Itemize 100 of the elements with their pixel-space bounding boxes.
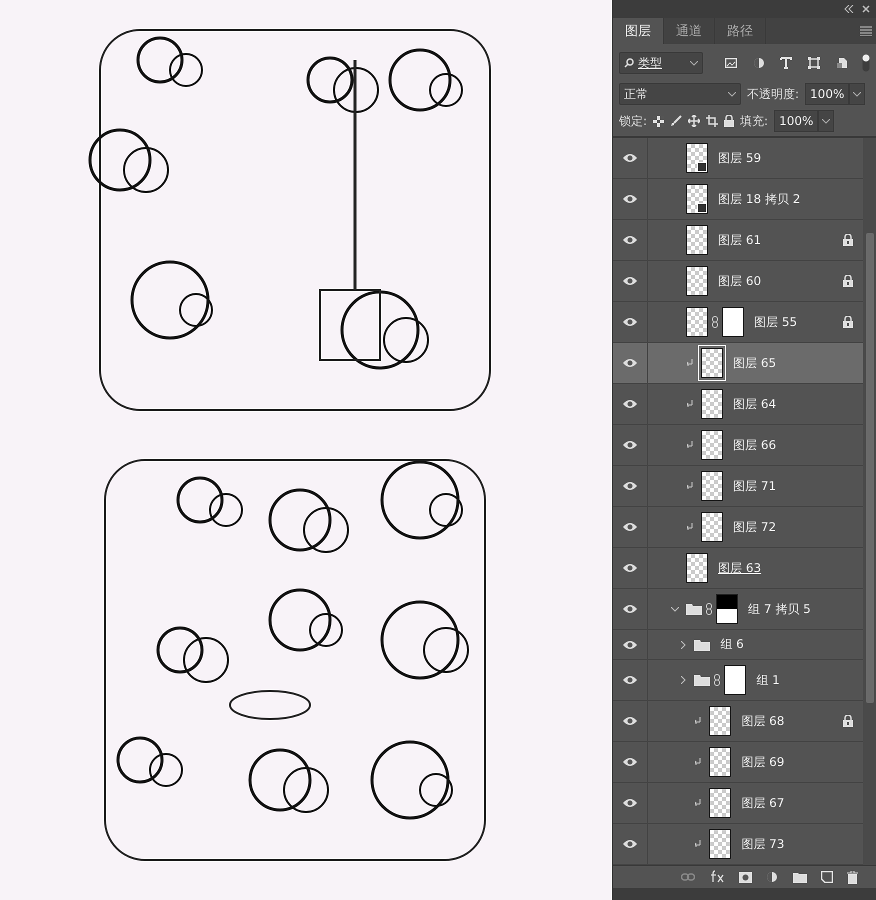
chevron-right-icon[interactable]	[680, 640, 686, 648]
image-filter-icon[interactable]	[724, 58, 737, 68]
fill-field[interactable]: 100%	[774, 110, 818, 132]
panel-tab[interactable]: 图层	[613, 18, 664, 44]
layer-name[interactable]: 组 6	[720, 636, 839, 653]
eye-icon[interactable]	[623, 522, 637, 532]
eye-icon[interactable]	[623, 604, 637, 614]
layer-name[interactable]: 图层 71	[733, 478, 839, 494]
layer-thumbnail	[701, 348, 723, 378]
new-layer-icon[interactable]	[821, 871, 833, 883]
eye-icon[interactable]	[623, 839, 637, 849]
layer-row[interactable]: 图层 60	[613, 261, 863, 302]
eye-icon[interactable]	[623, 798, 637, 808]
layer-row[interactable]: 图层 69	[613, 742, 863, 783]
eye-icon[interactable]	[623, 481, 637, 491]
adjustment-layer-icon[interactable]	[766, 870, 779, 884]
layer-name[interactable]: 图层 61	[718, 232, 839, 248]
toggle-icon[interactable]	[862, 54, 870, 72]
smart-object-filter-icon[interactable]	[836, 57, 848, 69]
layer-row[interactable]: 组 1	[613, 660, 863, 701]
crop-frame-icon[interactable]	[706, 115, 718, 127]
opacity-label: 不透明度:	[747, 86, 800, 102]
layer-thumbnail	[701, 512, 723, 542]
layer-name[interactable]: 图层 55	[754, 314, 839, 330]
layer-name[interactable]: 图层 59	[718, 150, 839, 166]
mask-icon[interactable]	[739, 872, 752, 882]
folder-icon[interactable]	[793, 872, 807, 882]
layer-row[interactable]: 图层 67	[613, 783, 863, 824]
layer-row[interactable]: 图层 68	[613, 701, 863, 742]
layer-name[interactable]: 图层 69	[741, 754, 839, 770]
layer-thumbnail	[709, 829, 732, 859]
eye-icon[interactable]	[623, 317, 637, 327]
brush-icon[interactable]	[670, 115, 682, 127]
layer-row[interactable]: 图层 73	[613, 824, 863, 865]
layer-name[interactable]: 图层 18 拷贝 2	[718, 190, 839, 208]
layer-row[interactable]: 图层 61	[613, 220, 863, 261]
fill-dropdown-button[interactable]	[818, 110, 834, 132]
type-filter-icon[interactable]	[780, 57, 792, 69]
layer-thumbnail	[686, 553, 708, 583]
caret-icon	[690, 60, 698, 66]
layer-row[interactable]: 图层 64	[613, 384, 863, 425]
layer-name[interactable]: 图层 60	[718, 272, 839, 290]
layer-thumbnail	[686, 266, 708, 296]
eye-icon[interactable]	[623, 235, 637, 245]
shape-filter-icon[interactable]	[808, 57, 820, 69]
eye-icon[interactable]	[623, 276, 637, 286]
trash-icon[interactable]	[847, 870, 858, 884]
eye-icon[interactable]	[623, 399, 637, 409]
layer-row[interactable]: 组 6	[613, 630, 863, 660]
layer-row[interactable]: 图层 59	[613, 138, 863, 179]
eye-icon[interactable]	[623, 194, 637, 204]
opacity-dropdown-button[interactable]	[849, 83, 866, 105]
blend-mode-dropdown[interactable]: 正常	[619, 83, 741, 105]
layer-row[interactable]: 图层 66	[613, 425, 863, 466]
lock-label: 锁定:	[619, 112, 648, 130]
eye-icon[interactable]	[623, 675, 637, 685]
caret-icon	[728, 92, 736, 96]
layer-thumbnail	[701, 430, 723, 460]
menu-icon[interactable]	[860, 26, 872, 36]
close-icon[interactable]	[862, 5, 870, 13]
move-icon[interactable]	[688, 115, 700, 127]
layer-row[interactable]: 图层 65	[613, 343, 863, 384]
eye-icon[interactable]	[623, 358, 637, 368]
layer-row[interactable]: 图层 72	[613, 507, 863, 548]
chevron-right-icon[interactable]	[680, 676, 686, 684]
layer-row[interactable]: 组 7 拷贝 5	[613, 589, 863, 630]
layer-name[interactable]: 图层 73	[741, 836, 839, 852]
layer-name[interactable]: 组 1	[756, 672, 839, 688]
fx-icon[interactable]	[709, 870, 725, 884]
layer-name[interactable]: 图层 72	[733, 518, 839, 536]
layer-name[interactable]: 图层 67	[741, 794, 839, 812]
layer-name[interactable]: 图层 68	[741, 712, 839, 730]
layer-mask-thumbnail	[722, 307, 744, 337]
layer-name[interactable]: 图层 65	[733, 354, 839, 372]
eye-icon[interactable]	[623, 640, 637, 650]
chevron-down-icon[interactable]	[671, 606, 679, 612]
eye-icon[interactable]	[623, 153, 637, 163]
adjustment-filter-icon[interactable]	[752, 57, 765, 69]
scrollbar[interactable]	[863, 138, 876, 865]
layer-name[interactable]: 图层 63	[718, 560, 839, 576]
caret-icon	[822, 118, 830, 124]
layer-name[interactable]: 图层 66	[733, 436, 839, 454]
eye-icon[interactable]	[623, 716, 637, 726]
eye-icon[interactable]	[623, 757, 637, 767]
eye-icon[interactable]	[623, 440, 637, 450]
caret-icon	[853, 92, 862, 96]
opacity-field[interactable]: 100%	[805, 83, 850, 105]
collapse-icon[interactable]	[844, 5, 854, 13]
layer-thumbnail	[686, 184, 708, 214]
layer-thumbnail	[709, 747, 732, 777]
layer-row[interactable]: 图层 63	[613, 548, 863, 589]
layer-thumbnail	[709, 706, 732, 736]
layer-thumbnail	[686, 143, 708, 173]
lock-icon[interactable]	[724, 115, 734, 127]
layer-name[interactable]: 组 7 拷贝 5	[748, 600, 839, 618]
eye-icon[interactable]	[623, 563, 637, 573]
layer-row[interactable]: 图层 18 拷贝 2	[613, 179, 863, 220]
filter-dropdown[interactable]: 类型	[619, 52, 704, 74]
layer-name[interactable]: 图层 64	[733, 396, 839, 412]
layer-row[interactable]: 图层 71	[613, 466, 863, 507]
